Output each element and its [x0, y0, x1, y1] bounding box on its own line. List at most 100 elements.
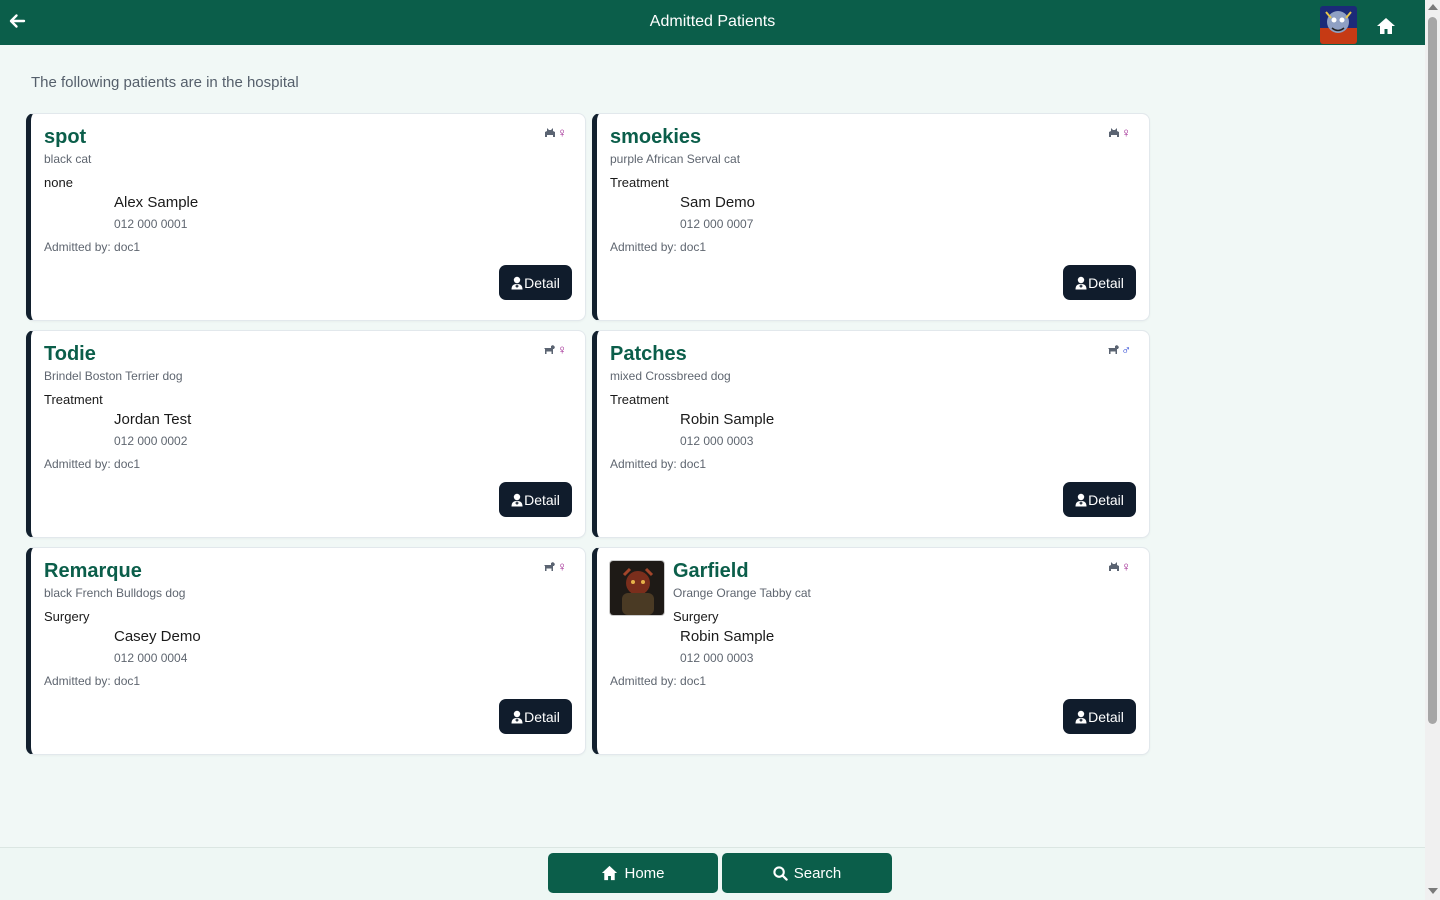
scrollbar[interactable] — [1425, 0, 1440, 900]
owner-phone: 012 000 0004 — [114, 651, 188, 665]
admitted-by: Admitted by: doc1 — [44, 240, 140, 254]
admitted-by-value: doc1 — [114, 457, 141, 471]
species-gender: ♂ — [1107, 342, 1131, 356]
patient-name: Remarque — [44, 560, 142, 582]
patient-photo-frame — [609, 560, 665, 616]
admitted-by-value: doc1 — [680, 457, 707, 471]
detail-button-label: Detail — [1088, 708, 1124, 725]
patient-card: spot black cat none Alex Sample 012 000 0001… — [26, 113, 586, 321]
owner-name: Robin Sample — [680, 628, 775, 645]
species-gender: ♀ — [544, 125, 567, 139]
admitted-by-label: Admitted by: — [610, 674, 677, 688]
patient-grid: spot black cat none Alex Sample 012 000 0001… — [26, 113, 1150, 755]
dog-icon — [1108, 344, 1120, 354]
female-icon: ♀ — [1121, 124, 1131, 140]
user-doctor-icon — [511, 710, 523, 723]
patient-breed: purple African Serval cat — [610, 152, 741, 166]
female-icon: ♀ — [1121, 558, 1131, 574]
admitted-by: Admitted by: doc1 — [610, 240, 706, 254]
owner-phone: 012 000 0001 — [114, 217, 188, 231]
home-button[interactable]: Home — [548, 853, 718, 893]
avatar[interactable] — [1320, 6, 1357, 44]
detail-button[interactable]: Detail — [499, 482, 572, 517]
admitted-by-value: doc1 — [114, 240, 141, 254]
patient-name: Garfield — [673, 560, 749, 582]
admitted-by: Admitted by: doc1 — [44, 457, 140, 471]
species-gender: ♀ — [543, 342, 567, 356]
detail-button-label: Detail — [1088, 491, 1124, 508]
owner-name: Alex Sample — [114, 194, 199, 211]
admission-reason: none — [44, 175, 73, 190]
patient-card: smoekies purple African Serval cat Treatme… — [592, 113, 1150, 321]
male-icon: ♂ — [1121, 341, 1131, 357]
top-bar: Admitted Patients — [0, 0, 1425, 45]
detail-button[interactable]: Detail — [499, 265, 572, 300]
patient-card: Patches mixed Crossbreed dog Treatment Robi… — [592, 330, 1150, 538]
species-gender: ♀ — [1108, 559, 1131, 573]
home-icon[interactable] — [1376, 16, 1396, 36]
detail-button[interactable]: Detail — [1063, 265, 1136, 300]
patient-name: smoekies — [610, 126, 702, 148]
user-doctor-icon — [1075, 710, 1087, 723]
detail-button-label: Detail — [524, 708, 560, 725]
admitted-by-value: doc1 — [114, 674, 141, 688]
admitted-by-label: Admitted by: — [610, 457, 677, 471]
owner-phone: 012 000 0002 — [114, 434, 188, 448]
admitted-by-value: doc1 — [680, 674, 707, 688]
page-subtitle: The following patients are in the hospit… — [31, 74, 299, 91]
owner-phone: 012 000 0003 — [680, 434, 754, 448]
patient-breed: Orange Orange Tabby cat — [673, 586, 811, 600]
scroll-down-arrow-icon[interactable] — [1428, 888, 1438, 894]
admitted-by: Admitted by: doc1 — [610, 674, 706, 688]
admitted-by-label: Admitted by: — [44, 457, 111, 471]
detail-button-label: Detail — [524, 491, 560, 508]
admitted-by-label: Admitted by: — [610, 240, 677, 254]
cat-icon — [1109, 561, 1120, 571]
patient-name: Todie — [44, 343, 96, 365]
owner-phone: 012 000 0003 — [680, 651, 754, 665]
dog-icon — [544, 561, 556, 571]
admission-reason: Treatment — [610, 175, 669, 190]
admission-reason: Surgery — [673, 609, 719, 624]
patient-breed: mixed Crossbreed dog — [610, 369, 731, 383]
user-doctor-icon — [511, 276, 523, 289]
detail-button[interactable]: Detail — [1063, 482, 1136, 517]
owner-name: Robin Sample — [680, 411, 775, 428]
home-button-label: Home — [624, 864, 665, 882]
species-gender: ♀ — [1108, 125, 1131, 139]
patient-name: spot — [44, 126, 87, 148]
page-title: Admitted Patients — [649, 13, 776, 30]
search-button-label: Search — [793, 864, 842, 882]
species-gender: ♀ — [543, 559, 567, 573]
female-icon: ♀ — [557, 124, 567, 140]
patient-breed: Brindel Boston Terrier dog — [44, 369, 183, 383]
admitted-by: Admitted by: doc1 — [44, 674, 140, 688]
owner-name: Sam Demo — [680, 194, 756, 211]
patient-name: Patches — [610, 343, 687, 365]
scroll-thumb[interactable] — [1428, 17, 1437, 724]
user-doctor-icon — [1075, 276, 1087, 289]
owner-name: Casey Demo — [114, 628, 201, 645]
user-doctor-icon — [511, 493, 523, 506]
detail-button-label: Detail — [1088, 274, 1124, 291]
admitted-by-value: doc1 — [680, 240, 707, 254]
detail-button[interactable]: Detail — [1063, 699, 1136, 734]
admitted-by-label: Admitted by: — [44, 674, 111, 688]
patient-card: Garfield Orange Orange Tabby cat Surgery Ro… — [592, 547, 1150, 755]
cat-icon — [1109, 127, 1120, 137]
patient-breed: black cat — [44, 152, 92, 166]
female-icon: ♀ — [557, 558, 567, 574]
dog-icon — [544, 344, 556, 354]
admission-reason: Treatment — [44, 392, 103, 407]
patient-photo — [610, 561, 664, 615]
detail-button[interactable]: Detail — [499, 699, 572, 734]
owner-phone: 012 000 0007 — [680, 217, 754, 231]
app: Admitted Patients The following patients… — [0, 0, 1425, 900]
admission-reason: Treatment — [610, 392, 669, 407]
admission-reason: Surgery — [44, 609, 90, 624]
search-button[interactable]: Search — [722, 853, 892, 893]
patient-card: Remarque black French Bulldogs dog Surgery… — [26, 547, 586, 755]
scroll-up-arrow-icon[interactable] — [1428, 4, 1438, 10]
bottom-nav: Home Search — [0, 847, 1425, 900]
admitted-by-label: Admitted by: — [44, 240, 111, 254]
